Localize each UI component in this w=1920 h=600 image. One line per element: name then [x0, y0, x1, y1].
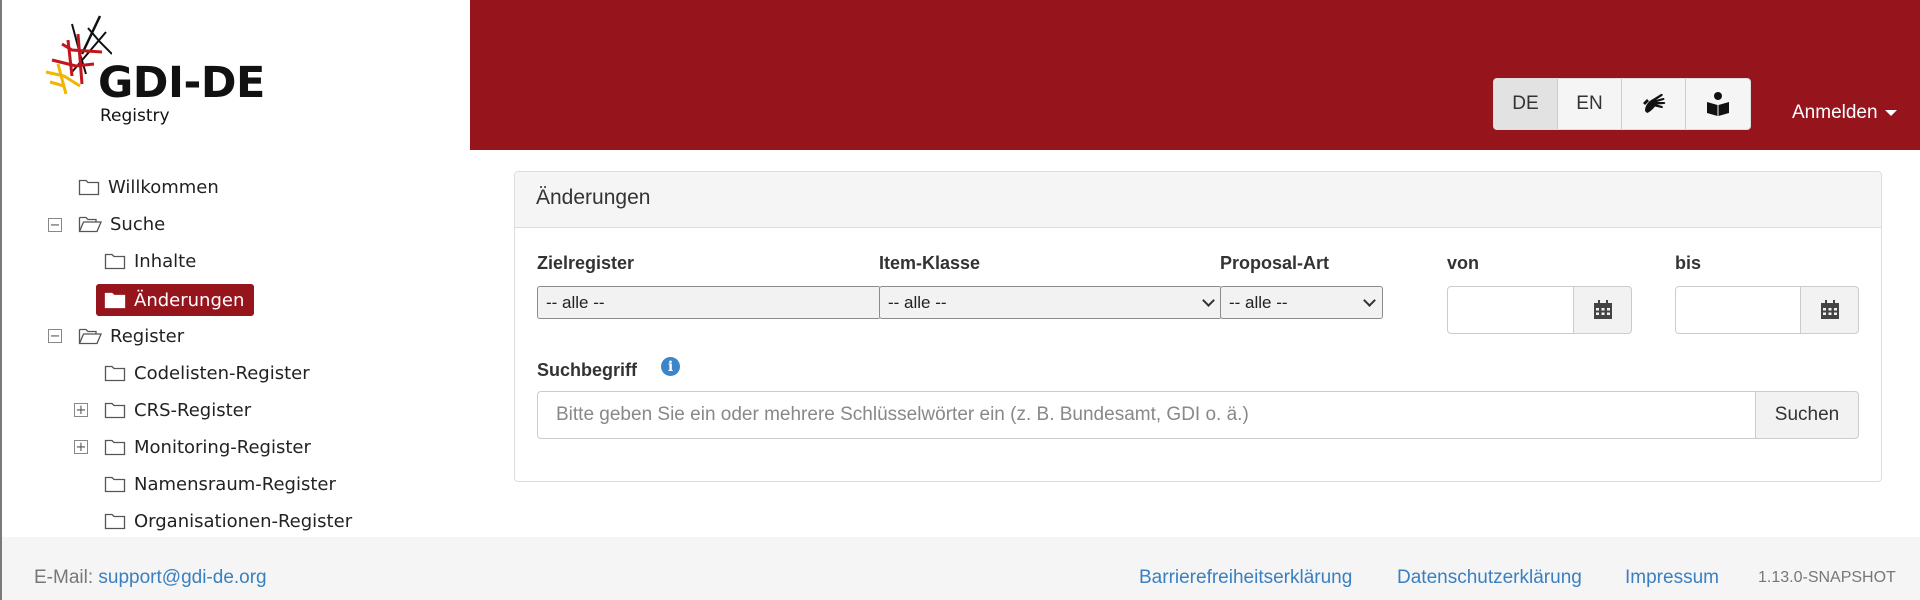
- folder-icon: [104, 364, 126, 382]
- sidebar-item-label: Inhalte: [134, 250, 197, 272]
- easy-read-button[interactable]: [1686, 79, 1750, 129]
- search-row: Bitte geben Sie ein oder mehrere Schlüss…: [537, 391, 1859, 439]
- calendar-icon: [1593, 300, 1612, 319]
- sidebar-item-organisationen-register[interactable]: Organisationen-Register: [104, 506, 352, 536]
- suchbegriff-label: Suchbegriff: [537, 360, 638, 380]
- item-klasse-value: -- alle --: [888, 292, 947, 312]
- logo[interactable]: GDI-DE Registry: [2, 0, 470, 150]
- proposal-art-label: Proposal-Art: [1220, 253, 1330, 273]
- zielregister-label: Zielregister: [537, 253, 635, 273]
- folder-icon: [104, 401, 126, 419]
- bis-date-input[interactable]: [1675, 286, 1801, 334]
- bis-label: bis: [1675, 253, 1702, 273]
- login-label: Anmelden: [1792, 102, 1878, 123]
- search-input[interactable]: Bitte geben Sie ein oder mehrere Schlüss…: [537, 391, 1756, 439]
- zielregister-select[interactable]: -- alle --: [537, 286, 881, 319]
- sidebar-item-label: Namensraum-Register: [134, 473, 336, 495]
- folder-icon: [104, 252, 126, 270]
- item-klasse-label: Item-Klasse: [879, 253, 981, 273]
- folder-icon: [104, 291, 126, 309]
- language-en-button[interactable]: EN: [1558, 79, 1622, 129]
- sidebar-item-suche[interactable]: Suche: [78, 209, 165, 239]
- logo-text: GDI-DE: [98, 58, 265, 108]
- sidebar-item-namensraum-register[interactable]: Namensraum-Register: [104, 469, 336, 499]
- expand-monitoring-register-toggle[interactable]: +: [74, 440, 88, 454]
- sidebar-item-label: Suche: [110, 213, 166, 235]
- bis-date-field: [1675, 286, 1859, 334]
- sidebar-item-inhalte[interactable]: Inhalte: [104, 246, 196, 276]
- sidebar-item-register[interactable]: Register: [78, 321, 184, 351]
- sidebar-item-label: CRS-Register: [134, 399, 252, 421]
- panel-title: Änderungen: [515, 172, 1881, 228]
- login-dropdown[interactable]: Anmelden: [1792, 102, 1897, 124]
- sign-language-button[interactable]: [1622, 79, 1686, 129]
- sign-language-icon: [1642, 93, 1665, 113]
- collapse-register-toggle[interactable]: −: [48, 329, 62, 343]
- logo-subtitle: Registry: [100, 106, 170, 126]
- expand-crs-register-toggle[interactable]: +: [74, 403, 88, 417]
- sidebar-item-label: Willkommen: [108, 176, 219, 198]
- sidebar-item-aenderungen[interactable]: Änderungen: [96, 284, 255, 316]
- zielregister-value: -- alle --: [546, 292, 605, 312]
- sidebar-item-label: Register: [110, 325, 185, 347]
- accessibility-statement-link[interactable]: Barrierefreiheitserklärung: [1139, 567, 1352, 589]
- chevron-down-icon: [1202, 293, 1215, 307]
- chevron-down-icon: [1884, 109, 1897, 116]
- folder-icon: [104, 475, 126, 493]
- privacy-policy-link[interactable]: Datenschutzerklärung: [1397, 567, 1582, 589]
- sidebar-item-willkommen[interactable]: Willkommen: [78, 172, 219, 202]
- sidebar-item-label: Codelisten-Register: [134, 362, 310, 384]
- von-date-field: [1447, 286, 1632, 334]
- sidebar-item-monitoring-register[interactable]: Monitoring-Register: [104, 432, 311, 462]
- von-date-input[interactable]: [1447, 286, 1574, 334]
- email-link[interactable]: support@gdi-de.org: [98, 567, 266, 588]
- info-icon[interactable]: i: [661, 357, 680, 376]
- folder-icon: [104, 512, 126, 530]
- easy-read-book-icon: [1707, 92, 1729, 116]
- item-klasse-select[interactable]: -- alle --: [879, 286, 1222, 319]
- calendar-icon: [1820, 300, 1839, 319]
- folder-icon: [104, 438, 126, 456]
- email-label: E-Mail:: [34, 567, 94, 588]
- language-de-button[interactable]: DE: [1494, 79, 1558, 129]
- sidebar-item-label: Monitoring-Register: [134, 436, 311, 458]
- folder-open-icon: [78, 327, 102, 345]
- language-switcher: DE EN: [1493, 78, 1751, 130]
- sidebar-item-codelisten-register[interactable]: Codelisten-Register: [104, 358, 310, 388]
- von-label: von: [1447, 253, 1480, 273]
- imprint-link[interactable]: Impressum: [1625, 567, 1719, 589]
- folder-open-icon: [78, 215, 102, 233]
- version-label: 1.13.0-SNAPSHOT: [1758, 569, 1896, 586]
- proposal-art-value: -- alle --: [1229, 292, 1288, 312]
- changes-panel: Änderungen Zielregister -- alle -- Item-…: [514, 171, 1882, 482]
- bis-calendar-button[interactable]: [1801, 286, 1859, 334]
- footer-email: E-Mail: support@gdi-de.org: [34, 567, 267, 589]
- sidebar-item-label: Organisationen-Register: [134, 510, 353, 532]
- folder-icon: [78, 178, 100, 196]
- search-button[interactable]: Suchen: [1756, 391, 1859, 439]
- footer: E-Mail: support@gdi-de.org Barrierefreih…: [2, 537, 1920, 600]
- proposal-art-select[interactable]: -- alle --: [1220, 286, 1383, 319]
- von-calendar-button[interactable]: [1574, 286, 1632, 334]
- chevron-down-icon: [1363, 293, 1376, 307]
- sidebar-item-label: Änderungen: [134, 289, 245, 311]
- sidebar-item-crs-register[interactable]: CRS-Register: [104, 395, 251, 425]
- collapse-suche-toggle[interactable]: −: [48, 218, 62, 232]
